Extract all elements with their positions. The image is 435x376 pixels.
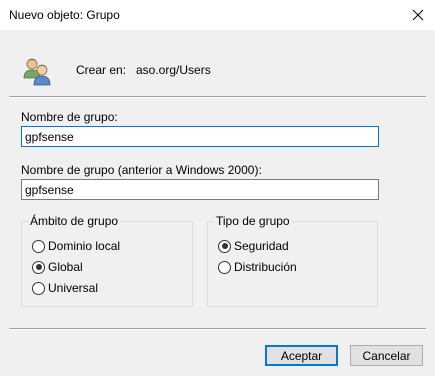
group-name-pre2000-label: Nombre de grupo (anterior a Windows 2000… — [21, 163, 262, 177]
radio-domain-local-circle — [32, 239, 45, 253]
header-separator — [9, 96, 426, 98]
group-type-title: Tipo de grupo — [214, 214, 292, 228]
dialog-header: Crear en: aso.org/Users — [0, 30, 435, 96]
radio-domain-local-label: Dominio local — [48, 239, 121, 253]
create-in-label: Crear en: — [76, 63, 127, 77]
title-bar: Nuevo objeto: Grupo — [0, 0, 435, 30]
group-name-label: Nombre de grupo: — [21, 110, 118, 124]
radio-universal-label: Universal — [48, 281, 99, 295]
radio-global[interactable]: Global — [32, 260, 83, 274]
group-scope-title: Ámbito de grupo — [28, 214, 121, 228]
group-users-icon — [23, 58, 51, 86]
accept-button[interactable]: Aceptar — [265, 345, 338, 366]
radio-universal[interactable]: Universal — [32, 281, 98, 295]
new-group-dialog: Nuevo objeto: Grupo Crear en: aso.org/Us… — [0, 0, 435, 376]
radio-global-circle — [32, 260, 45, 274]
radio-universal-circle — [32, 281, 45, 295]
radio-security[interactable]: Seguridad — [218, 239, 289, 253]
group-name-pre2000-input[interactable] — [21, 179, 379, 200]
window-title: Nuevo objeto: Grupo — [9, 8, 120, 22]
cancel-button[interactable]: Cancelar — [350, 345, 423, 366]
radio-domain-local[interactable]: Dominio local — [32, 239, 120, 253]
group-scope-box: Ámbito de grupo Dominio local Global Uni… — [21, 214, 193, 307]
close-button[interactable] — [407, 4, 429, 26]
footer-separator — [9, 328, 426, 330]
group-name-input[interactable] — [21, 126, 379, 147]
radio-security-label: Seguridad — [234, 239, 289, 253]
radio-distribution-label: Distribución — [234, 260, 297, 274]
create-in-path: aso.org/Users — [136, 63, 211, 77]
group-type-box: Tipo de grupo Seguridad Distribución — [207, 214, 378, 307]
radio-distribution-circle — [218, 260, 231, 274]
close-icon — [412, 9, 424, 21]
radio-security-circle — [218, 239, 231, 253]
radio-distribution[interactable]: Distribución — [218, 260, 297, 274]
radio-global-label: Global — [48, 260, 83, 274]
